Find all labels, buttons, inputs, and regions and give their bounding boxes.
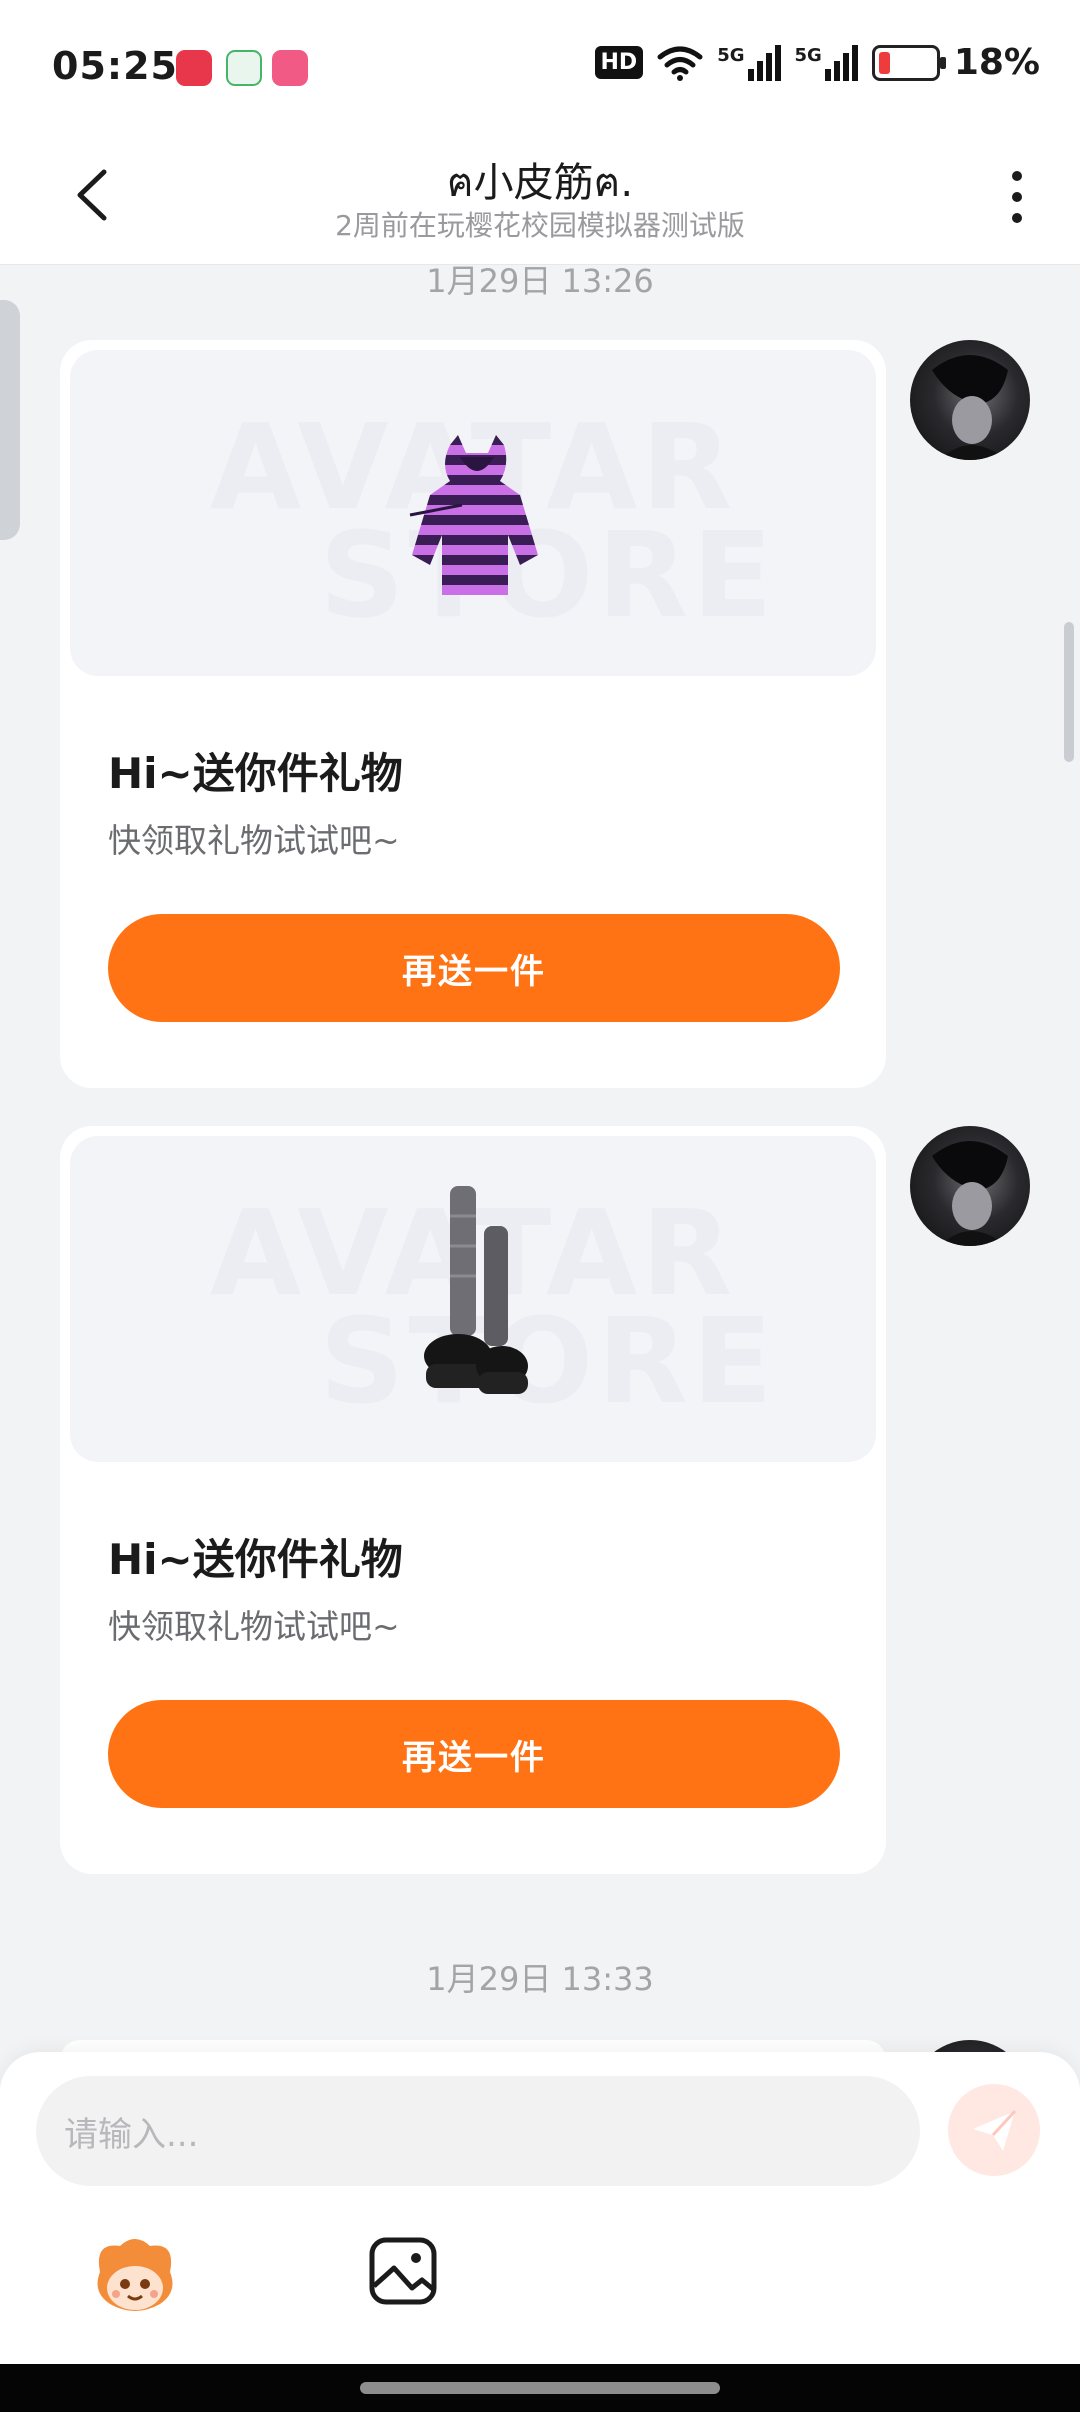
app-notification-icon	[272, 50, 308, 86]
signal-icon: 5G	[795, 44, 858, 81]
purple-striped-hoodie-icon	[409, 435, 538, 595]
battery-icon	[871, 44, 946, 81]
input-panel: 请输入...	[0, 2052, 1080, 2364]
send-another-button[interactable]: 再送一件	[108, 1700, 840, 1808]
gift-message-card: AVATAR STORE Hi~送你件礼物 快领取礼物试试吧~ 再送一件	[60, 1126, 886, 1874]
side-drawer-handle[interactable]	[0, 300, 20, 540]
avatar-photo	[932, 1141, 1008, 1246]
status-indicators: HD 5G 5G 18%	[594, 42, 1040, 83]
gift-title: Hi~送你件礼物	[108, 749, 403, 798]
gift-message-card: AVATAR STORE Hi~送你件礼物 快领取礼物试试吧~ 再送一件	[60, 340, 886, 1088]
send-button[interactable]	[948, 2084, 1040, 2176]
app-notification-icon	[226, 50, 262, 86]
home-indicator[interactable]	[360, 2382, 720, 2394]
message-timestamp: 1月29日 13:26	[426, 262, 654, 300]
gift-subtitle: 快领取礼物试试吧~	[108, 821, 400, 860]
gift-image-area: AVATAR STORE	[70, 350, 876, 676]
app-notification-icon	[176, 50, 212, 86]
chat-subtitle: 2周前在玩樱花校园模拟器测试版	[335, 209, 745, 242]
avatar[interactable]	[910, 1126, 1030, 1246]
wifi-icon	[657, 46, 703, 81]
system-nav-bar	[0, 2364, 1080, 2412]
image-icon[interactable]	[368, 2236, 438, 2306]
status-time: 05:25	[52, 44, 178, 88]
status-bar: 05:25 HD 5G 5G 18%	[0, 0, 1080, 130]
scrollbar[interactable]	[1064, 622, 1074, 762]
mascot-emoji-icon[interactable]	[90, 2232, 180, 2322]
send-icon	[973, 2109, 1017, 2151]
hd-icon: HD	[594, 46, 644, 79]
message-timestamp: 1月29日 13:33	[426, 1960, 654, 1998]
gift-subtitle: 快领取礼物试试吧~	[108, 1607, 400, 1646]
signal-icon: 5G	[717, 44, 781, 81]
avatar[interactable]	[910, 340, 1030, 460]
chat-header: ฅ小皮筋ฅ. 2周前在玩樱花校园模拟器测试版	[0, 130, 1080, 265]
gift-image-area: AVATAR STORE	[70, 1136, 876, 1462]
more-options-icon[interactable]	[994, 162, 1040, 232]
gift-title: Hi~送你件礼物	[108, 1535, 403, 1584]
send-another-button[interactable]: 再送一件	[108, 914, 840, 1022]
grey-socks-platform-shoes-icon	[424, 1186, 528, 1394]
message-input[interactable]: 请输入...	[36, 2076, 920, 2186]
avatar-photo	[932, 355, 1008, 460]
battery-percent: 18%	[953, 42, 1040, 83]
